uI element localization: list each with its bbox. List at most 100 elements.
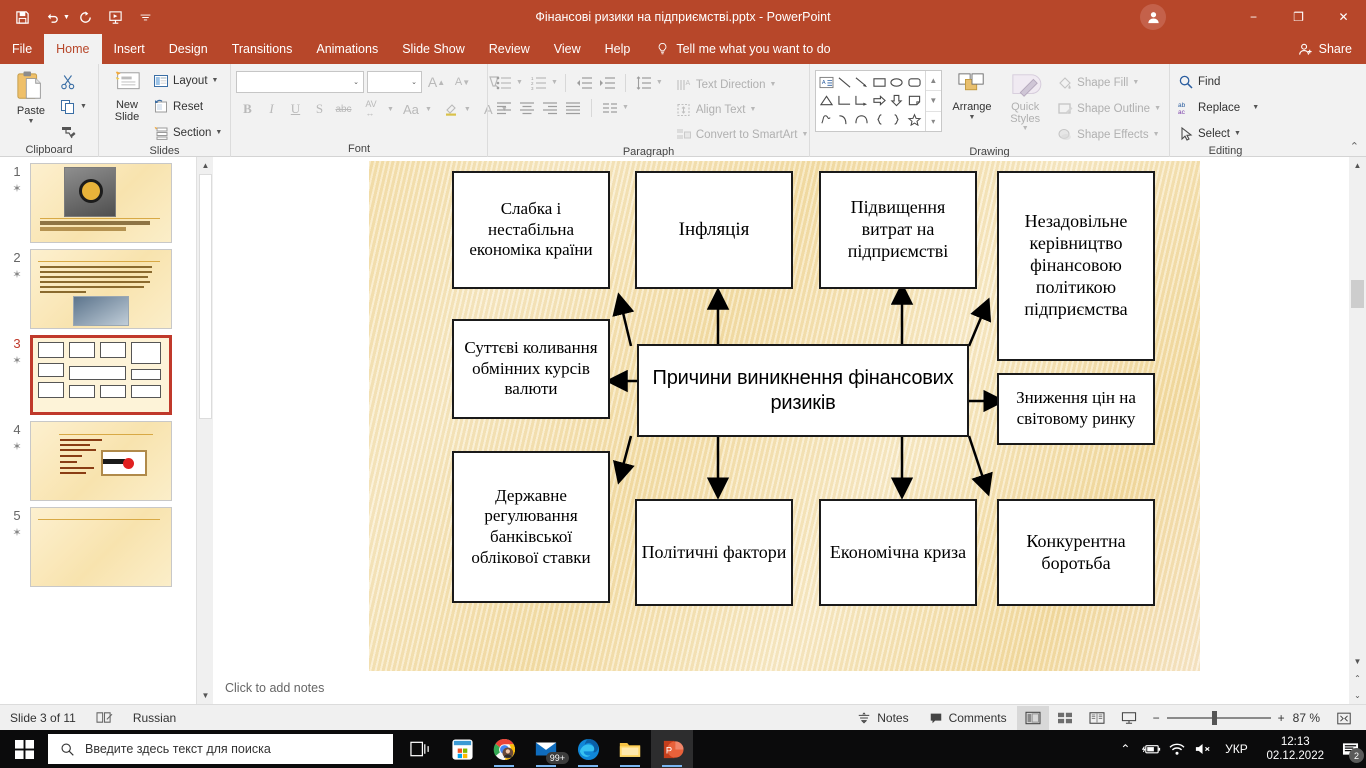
shape-arc-icon[interactable] — [853, 110, 870, 129]
tab-review[interactable]: Review — [477, 34, 542, 64]
shape-right-brace-icon[interactable] — [888, 110, 905, 129]
language-indicator[interactable]: Russian — [123, 705, 186, 731]
shape-right-arrow-icon[interactable] — [870, 92, 887, 111]
tab-view[interactable]: View — [542, 34, 593, 64]
node-political-factors[interactable]: Політичні фактори — [635, 499, 793, 606]
language-indicator[interactable]: УКР — [1216, 730, 1256, 768]
node-weak-economy[interactable]: Слабка і нестабільна економіка країни — [452, 171, 610, 289]
increase-indent-button[interactable] — [596, 72, 618, 93]
find-button[interactable]: Find — [1175, 70, 1262, 93]
customize-qat-icon[interactable] — [132, 4, 160, 30]
quick-styles-button[interactable]: QuickStyles ▼ — [1002, 70, 1048, 134]
zoom-slider[interactable]: − + — [1145, 711, 1293, 725]
undo-icon[interactable] — [38, 4, 66, 30]
italic-button[interactable]: I — [260, 98, 283, 120]
tab-transitions[interactable]: Transitions — [220, 34, 305, 64]
replace-button[interactable]: abac Replace ▼ — [1175, 96, 1262, 119]
select-button[interactable]: Select ▼ — [1175, 122, 1262, 145]
zoom-out-button[interactable]: − — [1153, 711, 1160, 725]
next-slide-icon[interactable]: ⌄ — [1349, 687, 1366, 704]
tab-animations[interactable]: Animations — [304, 34, 390, 64]
arrange-button[interactable]: Arrange ▼ — [948, 70, 996, 123]
new-slide-button[interactable]: NewSlide — [104, 68, 150, 125]
shapes-scroll-down-icon[interactable]: ▼ — [926, 90, 941, 110]
shape-textbox-icon[interactable]: A — [818, 73, 835, 92]
thumbnail-preview-1[interactable] — [30, 163, 172, 243]
reset-button[interactable]: Reset — [150, 95, 225, 118]
spell-check-button[interactable] — [86, 705, 123, 731]
shape-arrow-icon[interactable] — [853, 73, 870, 92]
zoom-in-button[interactable]: + — [1278, 711, 1285, 725]
cut-button[interactable] — [57, 70, 90, 93]
node-price-decline[interactable]: Зниження цін на світовому ринку — [997, 373, 1155, 445]
shape-fill-button[interactable]: Shape Fill ▼ — [1054, 71, 1164, 94]
copy-dropdown-icon[interactable]: ▼ — [80, 103, 87, 110]
slide-editing-area[interactable]: Слабка і нестабільна економіка країни Ін… — [213, 157, 1349, 704]
start-button[interactable] — [0, 730, 48, 768]
node-competition[interactable]: Конкурентна боротьба — [997, 499, 1155, 606]
decrease-indent-button[interactable] — [573, 72, 595, 93]
quick-styles-dropdown-icon[interactable]: ▼ — [1022, 125, 1029, 132]
shape-scribble-icon[interactable] — [818, 110, 835, 129]
file-explorer-icon[interactable] — [609, 730, 651, 768]
text-direction-button[interactable]: A Text Direction ▼ — [673, 73, 812, 96]
align-text-button[interactable]: Align Text ▼ — [673, 98, 812, 121]
text-highlight-color-button[interactable] — [440, 98, 463, 120]
thumbnail-item-5[interactable]: 5 ✶ — [0, 501, 196, 587]
node-bank-rate-regulation[interactable]: Державне регулювання банківської обліков… — [452, 451, 610, 603]
node-cost-increase[interactable]: Підвищення витрат на підприємстві — [819, 171, 977, 289]
thumbnail-item-2[interactable]: 2 ✶ — [0, 243, 196, 329]
thumbnail-preview-5[interactable] — [30, 507, 172, 587]
thumbnail-preview-3[interactable] — [30, 335, 172, 415]
taskbar-search-box[interactable]: Введите здесь текст для поиска — [48, 734, 393, 764]
node-economic-crisis[interactable]: Економічна криза — [819, 499, 977, 606]
shape-elbow-arrow-icon[interactable] — [853, 92, 870, 111]
font-name-combo[interactable]: ⌄ — [236, 71, 364, 93]
shapes-gallery-more-icon[interactable]: ▾ — [926, 111, 941, 131]
tell-me-search[interactable]: Tell me what you want to do — [656, 34, 830, 64]
thumbnail-item-3[interactable]: 3 ✶ — [0, 329, 196, 415]
notification-center-button[interactable]: 2 — [1334, 730, 1366, 768]
thumb-scroll-down-icon[interactable]: ▼ — [197, 687, 214, 704]
slide-scroll-thumb[interactable] — [1351, 280, 1364, 308]
shape-outline-button[interactable]: Shape Outline ▼ — [1054, 97, 1164, 120]
shape-star-icon[interactable] — [905, 110, 922, 129]
show-hidden-icons-icon[interactable]: ⌃ — [1112, 730, 1138, 768]
tab-insert[interactable]: Insert — [102, 34, 157, 64]
google-chrome-icon[interactable] — [483, 730, 525, 768]
increase-font-size-button[interactable]: A▲ — [425, 71, 448, 93]
decrease-font-size-button[interactable]: A▼ — [451, 71, 474, 93]
shape-down-arrow-icon[interactable] — [888, 92, 905, 111]
zoom-level[interactable]: 87 % — [1293, 705, 1328, 731]
thumb-scroll-thumb[interactable] — [199, 174, 212, 419]
shape-effects-dropdown-icon[interactable]: ▼ — [1153, 131, 1160, 138]
slide-thumbnail-panel[interactable]: 1 ✶ 2 ✶ — [0, 157, 196, 704]
bullets-button[interactable] — [493, 72, 515, 93]
shape-rectangle-icon[interactable] — [870, 73, 887, 92]
thumbnail-preview-4[interactable] — [30, 421, 172, 501]
shapes-gallery[interactable]: A — [815, 70, 942, 132]
font-name-dropdown-icon[interactable]: ⌄ — [353, 78, 359, 86]
battery-icon[interactable] — [1138, 730, 1164, 768]
volume-muted-icon[interactable] — [1190, 730, 1216, 768]
shape-effects-button[interactable]: Shape Effects ▼ — [1054, 123, 1164, 146]
previous-slide-icon[interactable]: ⌃ — [1349, 670, 1366, 687]
slide-canvas[interactable]: Слабка і нестабільна економіка країни Ін… — [369, 161, 1200, 671]
smartart-dropdown-icon[interactable]: ▼ — [801, 131, 808, 138]
tab-home[interactable]: Home — [44, 34, 101, 64]
minimize-button[interactable]: − — [1231, 0, 1276, 34]
line-spacing-dropdown-icon[interactable]: ▼ — [656, 79, 663, 86]
change-case-button[interactable]: Aa — [398, 98, 424, 120]
shape-triangle-icon[interactable] — [818, 92, 835, 111]
wifi-icon[interactable] — [1164, 730, 1190, 768]
slide-scroll-down-icon[interactable]: ▼ — [1349, 653, 1366, 670]
close-button[interactable]: ✕ — [1321, 0, 1366, 34]
node-inflation[interactable]: Інфляція — [635, 171, 793, 289]
select-dropdown-icon[interactable]: ▼ — [1234, 130, 1241, 137]
justify-button[interactable] — [562, 97, 584, 118]
character-spacing-dropdown-icon[interactable]: ▼ — [387, 106, 394, 113]
task-view-icon[interactable] — [399, 730, 441, 768]
paste-button[interactable]: Paste ▼ — [5, 68, 57, 127]
change-case-dropdown-icon[interactable]: ▼ — [425, 106, 432, 113]
layout-button[interactable]: Layout ▼ — [150, 69, 225, 92]
